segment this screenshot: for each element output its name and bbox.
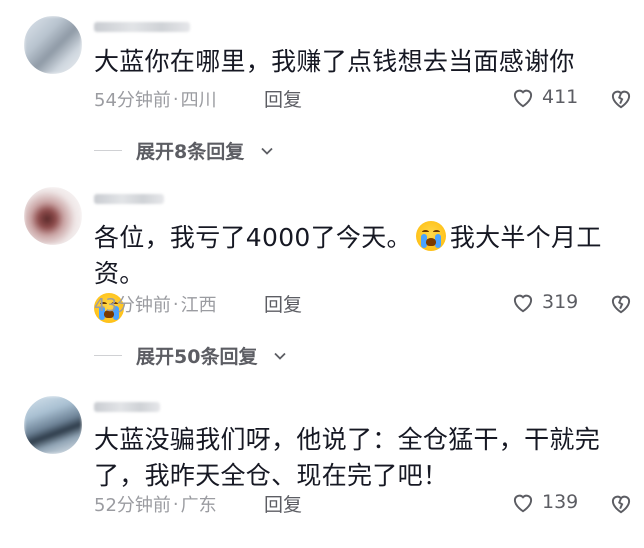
expand-replies-button[interactable]: 展开8条回复	[94, 137, 274, 164]
avatar[interactable]	[24, 187, 82, 245]
comment-text: 大蓝你在哪里，我赚了点钱想去当面感谢你	[94, 47, 575, 76]
comment-time: 54分钟前	[94, 90, 171, 111]
expand-divider	[94, 150, 122, 151]
avatar[interactable]	[24, 16, 82, 74]
comment-text-part1: 各位，我亏了4000了今天。	[94, 223, 412, 252]
broken-heart-icon[interactable]	[608, 490, 634, 516]
username-blurred[interactable]	[94, 402, 160, 412]
heart-outline-icon	[513, 89, 533, 108]
comment-meta: 54分钟前 · 四川	[94, 86, 217, 112]
like-button[interactable]: 411	[510, 84, 578, 110]
meta-separator: ·	[172, 493, 179, 515]
like-count: 411	[542, 86, 579, 108]
comment-text: 大蓝没骗我们呀，他说了：全仓猛干，干就完了，我昨天全仓、现在完了吧！	[94, 425, 601, 490]
username-blurred[interactable]	[94, 194, 164, 204]
comment-item: 大蓝你在哪里，我赚了点钱想去当面感谢你 54分钟前 · 四川 回复 411 展开…	[0, 0, 644, 170]
reply-button[interactable]: 回复	[264, 85, 302, 112]
comment-item: 大蓝没骗我们呀，他说了：全仓猛干，干就完了，我昨天全仓、现在完了吧！ 52分钟前…	[0, 380, 644, 548]
broken-heart-icon[interactable]	[608, 85, 634, 111]
heart-outline-icon	[513, 494, 533, 513]
reply-button[interactable]: 回复	[264, 490, 302, 517]
like-count: 319	[542, 291, 579, 313]
username-blurred[interactable]	[94, 22, 190, 32]
expand-replies-label: 展开50条回复	[136, 346, 258, 368]
like-count: 139	[542, 491, 579, 513]
chevron-down-icon	[261, 147, 273, 155]
like-button[interactable]: 319	[510, 289, 578, 315]
comment-location: 江西	[180, 295, 217, 316]
expand-divider	[94, 355, 122, 356]
reply-button[interactable]: 回复	[264, 290, 302, 317]
avatar[interactable]	[24, 396, 82, 454]
meta-separator: ·	[172, 293, 179, 315]
broken-heart-icon[interactable]	[608, 290, 634, 316]
expand-replies-label: 展开8条回复	[136, 141, 245, 163]
heart-outline-icon	[513, 294, 533, 313]
expand-replies-button[interactable]: 展开50条回复	[94, 342, 287, 369]
comment-time: 43分钟前	[94, 295, 171, 316]
comment-item: 各位，我亏了4000了今天。 我大半个月工资。 43分钟前 · 江西 回复 319…	[0, 170, 644, 370]
comment-location: 四川	[180, 90, 217, 111]
comment-meta: 43分钟前 · 江西	[94, 291, 217, 317]
meta-separator: ·	[172, 88, 179, 110]
comment-meta: 52分钟前 · 广东	[94, 491, 217, 517]
crying-face-emoji	[415, 221, 446, 251]
comment-time: 52分钟前	[94, 495, 171, 516]
comment-location: 广东	[180, 495, 217, 516]
like-button[interactable]: 139	[510, 489, 578, 515]
chevron-down-icon	[274, 352, 287, 360]
